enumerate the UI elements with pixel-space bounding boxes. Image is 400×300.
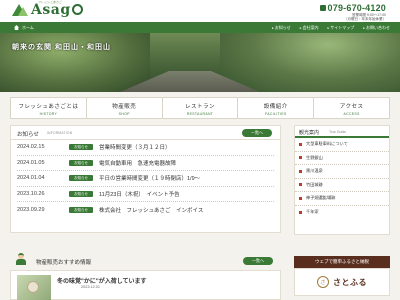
news-date: 2023.10.26 [17,190,45,197]
nav-sublabel: RESTAURANT [186,112,214,116]
home-label: ホーム [22,24,34,30]
sidebar-item-label: 黒川温泉 [306,168,323,174]
furusato-logo-area: さ さとふる [294,268,390,296]
news-date: 2024.01.05 [17,159,45,166]
sidebar-title: 観光案内 [299,130,320,136]
hero-banner: 朝来の玄関 和田山・和田山 [0,33,400,92]
news-title: お知らせ [17,132,39,138]
nav-label: 物産販売 [112,104,137,110]
tour-guide-sidebar: 観光案内 Tour Guide 大型車駐車料について 生野銀山 黒川温泉 竹田城… [294,125,390,235]
news-item[interactable]: 2024.02.15 お知らせ 営業時間変更（３月１２日） [17,140,274,156]
news-badge: お知らせ [69,190,93,197]
site-header: Asag フレッシュあさご 079-670-4120 営業時間 9:00～17:… [0,0,400,22]
news-text: 営業時間変更（３月１２日） [99,145,171,152]
bullet-icon [299,196,302,200]
toplink-company[interactable]: 会社案内 [300,25,318,31]
sidebar-item[interactable]: 生野銀山 [295,152,389,165]
toplink-news[interactable]: お知らせ [272,25,291,31]
bullet-icon [299,210,302,214]
logo-text: Asag [31,2,83,18]
nav-item-access[interactable]: アクセス ACCESS [314,98,389,118]
sidebar-item-label: 大型車駐車料について [306,141,348,147]
products-list-button[interactable]: 一覧へ [243,257,273,265]
sidebar-item[interactable]: 黒川温泉 [295,165,389,179]
sidebar-item[interactable]: 千年家 [295,206,389,220]
news-item[interactable]: 2024.01.05 お知らせ 電気自動車用 急速充電器故障 [17,156,274,171]
products-title: 物産販売おすすめ情報 [36,260,92,266]
nav-item-history[interactable]: フレッシュあさごとは HISTORY [11,98,87,118]
news-subtitle: INFORMATION [47,131,73,135]
news-item[interactable]: 2023.09.29 お知らせ 株式会社 フレッシュあさご インボイス [17,202,274,218]
news-badge: お知らせ [69,159,93,166]
product-title: 冬の味覚"かに"が入荷しています [57,279,147,285]
top-links: お知らせ 会社案内 サイトマップ お問い合わせ [263,22,390,33]
news-date: 2023.09.29 [17,206,45,213]
home-icon [14,25,19,30]
bullet-icon [299,142,302,146]
news-date: 2024.02.15 [17,144,45,151]
nav-label: レストラン [184,104,215,110]
contact-tel: 079-670-4120 営業時間 9:00～17:00 （月曜日・年末年始休業… [319,3,386,21]
site-logo[interactable]: Asag [12,2,83,18]
nav-sublabel: ACCESS [343,112,360,116]
nav-label: アクセス [339,104,364,110]
news-item[interactable]: 2023.10.26 お知らせ 11月23日（木祝） イベント予告 [17,187,274,202]
hero-title: 朝来の玄関 和田山・和田山 [12,44,111,51]
hours-line2: （月曜日・年末年始休業） [344,17,386,21]
nav-sublabel: SHOP [118,112,130,116]
news-list-button[interactable]: 一覧へ [242,129,272,137]
hero-trees-right [220,33,400,92]
news-text: 平日の営業時間変更（１９時閉店）1/9～ [99,176,201,183]
sidebar-item-label: 千年家 [306,209,319,215]
nav-item-shop[interactable]: 物産販売 SHOP [87,98,163,118]
farmer-icon [14,252,28,266]
sidebar-item-label: 生野銀山 [306,154,323,160]
products-section: 物産販売おすすめ情報 一覧へ 冬の味覚"かに"が入荷しています 2023.12.… [10,252,281,300]
product-item[interactable]: 冬の味覚"かに"が入荷しています 2023.12.01 [10,270,281,300]
sidebar-item[interactable]: 神子畑選鉱場跡 [295,192,389,206]
tel-number[interactable]: 079-670-4120 [328,3,386,13]
news-text: 株式会社 フレッシュあさご インボイス [99,207,204,214]
sidebar-header: 観光案内 Tour Guide [295,126,389,138]
news-header: お知らせ INFORMATION 一覧へ [11,126,280,140]
news-badge: お知らせ [69,175,93,182]
furusato-banner[interactable]: ウェブで簡単ふるさと納税 さ さとふる [294,256,390,296]
nav-label: フレッシュあさごとは [18,104,79,110]
satofull-name: さとふる [333,277,367,287]
top-navbar: ホーム お知らせ 会社案内 サイトマップ お問い合わせ [0,22,400,33]
sidebar-item[interactable]: 竹田城跡 [295,179,389,192]
bullet-icon [299,169,302,173]
nav-item-restaurant[interactable]: レストラン RESTAURANT [163,98,239,118]
nav-sublabel: FACILITIES [265,112,287,116]
product-thumbnail [17,275,51,300]
nav-item-facilities[interactable]: 設備紹介 FACILITIES [238,98,315,118]
news-text: 電気自動車用 急速充電器故障 [99,160,177,167]
product-date: 2023.12.01 [81,285,101,289]
bullet-icon [299,183,302,187]
sidebar-item[interactable]: 大型車駐車料について [295,138,389,152]
nav-label: 設備紹介 [263,104,288,110]
phone-icon [319,5,326,11]
toplink-sitemap[interactable]: サイトマップ [327,25,354,31]
sidebar-item-label: 神子畑選鉱場跡 [306,195,336,201]
bullet-icon [299,156,302,160]
news-text: 11月23日（木祝） イベント予告 [99,191,180,198]
news-section: お知らせ INFORMATION 一覧へ 2024.02.15 お知らせ 営業時… [10,125,281,233]
toplink-contact[interactable]: お問い合わせ [363,25,390,31]
news-item[interactable]: 2024.01.04 お知らせ 平日の営業時間変更（１９時閉店）1/9～ [17,171,274,187]
main-navigation: フレッシュあさごとは HISTORY 物産販売 SHOP レストラン RESTAURA… [10,97,390,119]
satofull-logo-icon: さ [317,276,329,288]
sidebar-subtitle: Tour Guide [329,130,347,134]
news-badge: お知らせ [69,206,93,213]
home-link[interactable]: ホーム [14,25,34,31]
news-badge: お知らせ [69,144,93,151]
furusato-banner-text: ウェブで簡単ふるさと納税 [294,256,390,268]
sidebar-item-label: 竹田城跡 [306,181,323,187]
products-header: 物産販売おすすめ情報 一覧へ [10,252,281,266]
mountain-logo-icon [12,2,30,18]
logo-subtitle: フレッシュあさご [38,0,63,4]
news-date: 2024.01.04 [17,175,45,182]
nav-sublabel: HISTORY [39,112,58,116]
